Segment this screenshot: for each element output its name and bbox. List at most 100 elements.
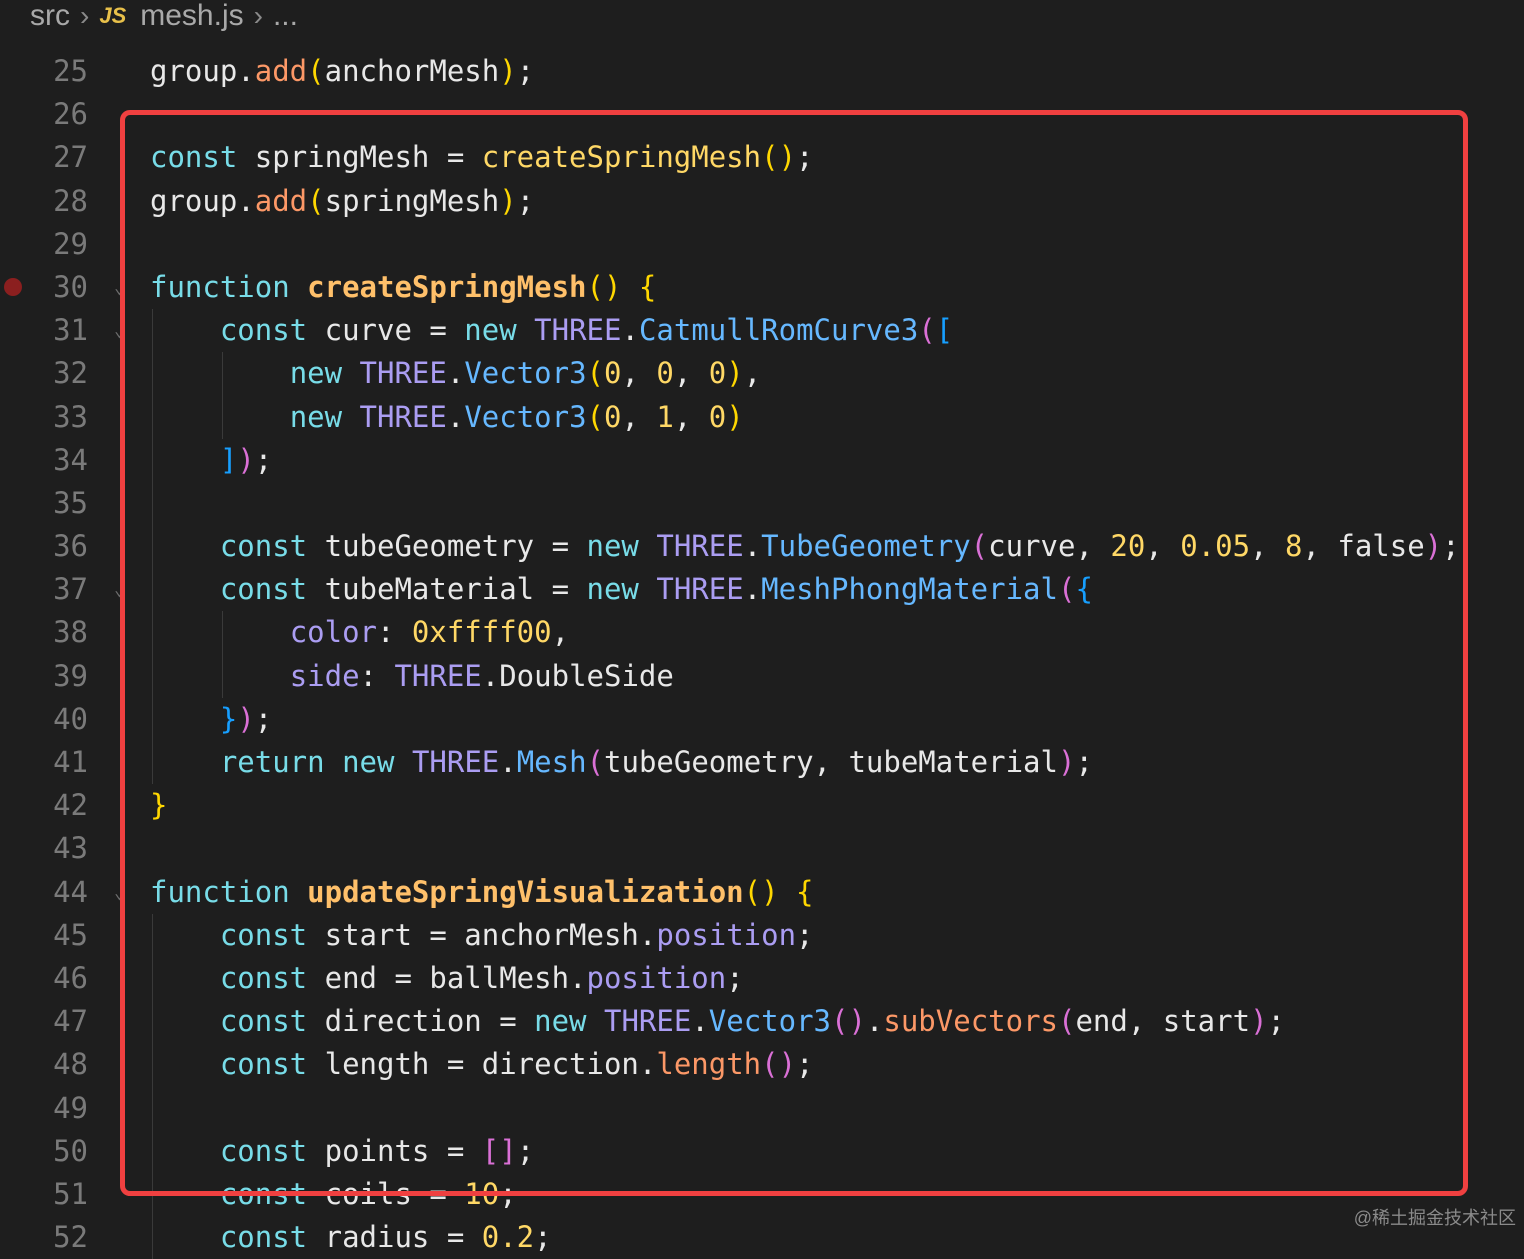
- code-token: group.: [150, 54, 255, 88]
- line-number: 36: [53, 529, 88, 564]
- line-number: 33: [53, 399, 88, 434]
- code-token: const: [219, 1220, 308, 1255]
- line-number: 27: [53, 140, 88, 175]
- code-line[interactable]: 48 const length = direction.length();: [0, 1043, 1524, 1087]
- line-number: 43: [53, 831, 88, 866]
- line-number: 46: [53, 960, 88, 995]
- code-text: const end = ballMesh.position;: [150, 957, 744, 1000]
- code-line[interactable]: 38 color: 0xffff00,: [0, 611, 1524, 655]
- code-text: color: 0xffff00,: [150, 611, 569, 654]
- code-token: .DoubleSide: [481, 658, 674, 693]
- code-text: const springMesh = createSpringMesh();: [150, 136, 814, 179]
- breadcrumb-file[interactable]: mesh.js: [140, 0, 243, 33]
- code-line[interactable]: 40 });: [0, 697, 1524, 741]
- code-line[interactable]: 31 ⌄ const curve = new THREE.CatmullRomCu…: [0, 309, 1524, 353]
- code-token: function: [150, 269, 290, 304]
- code-token: [: [935, 313, 954, 348]
- code-line[interactable]: 45 const start = anchorMesh.position;: [0, 913, 1524, 957]
- code-token: (: [586, 356, 605, 391]
- chevron-down-icon[interactable]: ⌄: [114, 871, 125, 914]
- code-token: coils =: [307, 1176, 465, 1211]
- javascript-file-icon: JS: [99, 3, 127, 28]
- code-token: (): [743, 874, 779, 909]
- code-line[interactable]: 39 side: THREE.DoubleSide: [0, 654, 1524, 698]
- code-token: ,: [1250, 529, 1285, 564]
- code-line[interactable]: 44 ⌄ function updateSpringVisualization() …: [0, 871, 1524, 914]
- code-line[interactable]: 37 ⌄ const tubeMaterial = new THREE.MeshP…: [0, 568, 1524, 612]
- code-line[interactable]: 47 const direction = new THREE.Vector3()…: [0, 1000, 1524, 1044]
- code-token: createSpringMesh: [307, 269, 587, 304]
- line-number: 50: [53, 1133, 88, 1168]
- code-token: color: [289, 615, 377, 650]
- code-token: tubeMaterial =: [307, 572, 587, 607]
- code-token: 20: [1110, 529, 1146, 564]
- code-line[interactable]: 32 new THREE.Vector3(0, 0, 0),: [0, 352, 1524, 396]
- code-token: const: [219, 572, 308, 607]
- chevron-down-icon[interactable]: ⌄: [114, 568, 125, 611]
- chevron-down-icon[interactable]: ⌄: [114, 266, 125, 309]
- code-token: ,: [743, 356, 762, 391]
- code-token: ): [1250, 1004, 1268, 1039]
- code-line[interactable]: 30 ⌄ function createSpringMesh() {: [0, 266, 1524, 309]
- code-token: ): [726, 399, 744, 434]
- code-line[interactable]: 51 const coils = 10;: [0, 1172, 1524, 1217]
- code-line[interactable]: 28 group.add(springMesh);: [0, 180, 1524, 223]
- code-token: const: [219, 1133, 308, 1168]
- code-line[interactable]: 29: [0, 223, 1524, 266]
- code-token: ,: [621, 356, 657, 391]
- code-token: 0: [656, 356, 674, 391]
- code-token: 0: [708, 399, 727, 434]
- code-line[interactable]: 50 const points = [];: [0, 1129, 1524, 1173]
- code-token: ;: [254, 442, 273, 477]
- code-token: new: [464, 313, 517, 348]
- code-token: CatmullRomCurve3: [638, 313, 919, 348]
- code-line[interactable]: 41 return new THREE.Mesh(tubeGeometry, t…: [0, 741, 1524, 785]
- code-line[interactable]: 34 ]);: [0, 438, 1524, 482]
- chevron-down-icon[interactable]: ⌄: [114, 309, 125, 352]
- code-line[interactable]: 43: [0, 827, 1524, 870]
- code-token: end = ballMesh.: [307, 960, 587, 995]
- code-line[interactable]: 36 const tubeGeometry = new THREE.TubeGe…: [0, 525, 1524, 569]
- code-line[interactable]: 33 new THREE.Vector3(0, 1, 0): [0, 395, 1524, 439]
- code-text: const curve = new THREE.CatmullRomCurve3…: [150, 309, 953, 352]
- code-token: new: [586, 572, 639, 607]
- code-token: THREE: [411, 745, 500, 779]
- code-token: THREE: [394, 658, 482, 693]
- code-token: 8: [1284, 529, 1303, 564]
- code-token: 0: [604, 399, 622, 434]
- code-token: length = direction.: [307, 1047, 657, 1082]
- code-token: ;: [726, 960, 744, 995]
- code-line[interactable]: 27 const springMesh = createSpringMesh();: [0, 136, 1524, 179]
- code-token: ,: [673, 356, 709, 391]
- code-token: }: [150, 788, 168, 823]
- code-text: const tubeMaterial = new THREE.MeshPhong…: [150, 568, 1093, 611]
- line-number: 32: [53, 356, 88, 391]
- code-line[interactable]: 26: [0, 93, 1524, 136]
- code-line[interactable]: 35: [0, 481, 1524, 526]
- line-number: 25: [53, 54, 88, 88]
- breadcrumb-more[interactable]: ...: [273, 0, 298, 33]
- line-number: 34: [53, 442, 88, 477]
- code-editor[interactable]: 25 group.add(anchorMesh); 26 27 const spring…: [0, 50, 1524, 1259]
- code-token: ): [1057, 745, 1076, 779]
- code-token: 0xffff00: [411, 615, 552, 650]
- code-line[interactable]: 46 const end = ballMesh.position;: [0, 956, 1524, 1001]
- code-line[interactable]: 42}: [0, 784, 1524, 827]
- code-token: ;: [1075, 745, 1093, 779]
- code-token: ): [726, 356, 744, 391]
- code-token: ]: [219, 442, 238, 477]
- breadcrumb-folder[interactable]: src: [30, 0, 70, 33]
- code-token: Mesh: [516, 745, 587, 779]
- code-line[interactable]: 49: [0, 1086, 1524, 1130]
- code-line[interactable]: 25 group.add(anchorMesh);: [0, 50, 1524, 93]
- code-token: .: [499, 745, 517, 779]
- line-number: 30: [53, 269, 88, 304]
